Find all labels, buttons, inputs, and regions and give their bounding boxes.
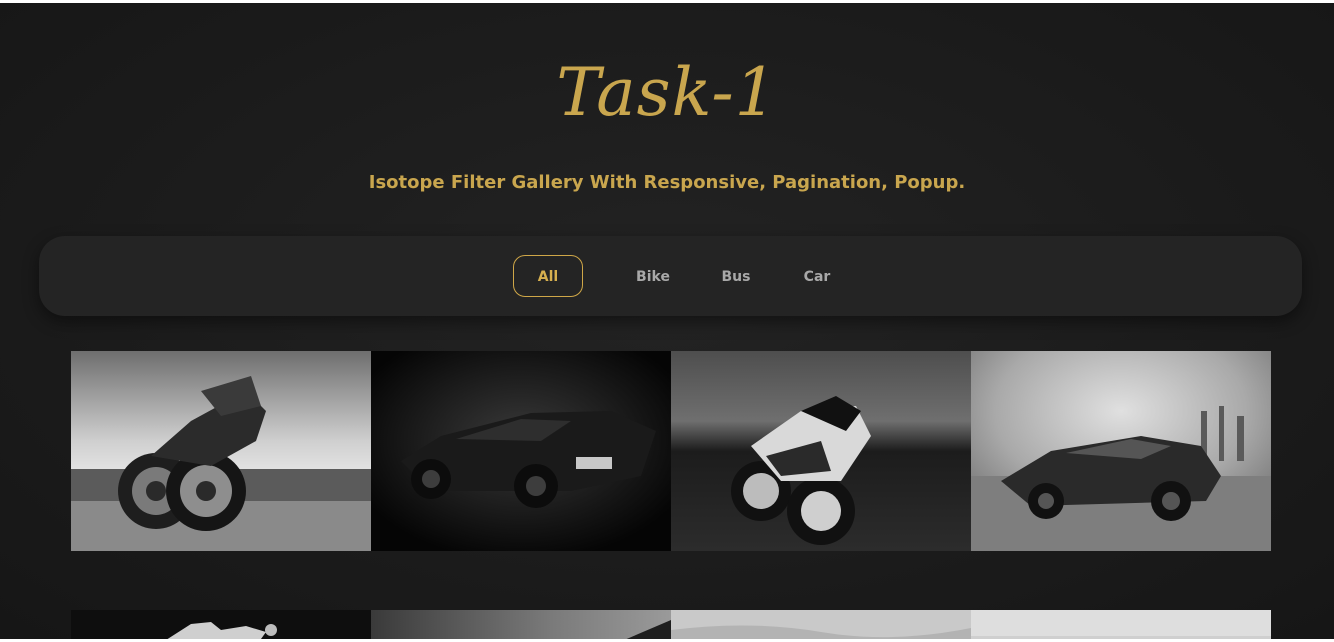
car-photo: [971, 351, 1271, 551]
bike-photo: [71, 351, 371, 551]
car-photo: [371, 351, 671, 551]
gallery-item-car-3[interactable]: [371, 610, 671, 639]
bike-photo: [71, 610, 371, 639]
page: Task-1 Isotope Filter Gallery With Respo…: [0, 3, 1334, 639]
filter-bar: All Bike Bus Car: [39, 236, 1302, 316]
gallery-item-car-1[interactable]: [371, 351, 671, 551]
car-photo: [971, 610, 1271, 639]
bike-photo: [671, 351, 971, 551]
gallery-item-car-5[interactable]: [971, 610, 1271, 639]
gallery-item-bike-3[interactable]: [71, 610, 371, 639]
filter-car-button[interactable]: Car: [789, 255, 845, 297]
page-subtitle: Isotope Filter Gallery With Responsive, …: [368, 172, 966, 193]
gallery-item-car-2[interactable]: [971, 351, 1271, 551]
filter-all-button[interactable]: All: [513, 255, 583, 297]
gallery-item-bike-2[interactable]: [671, 351, 971, 551]
car-photo: [671, 610, 971, 639]
filter-bike-button[interactable]: Bike: [623, 255, 683, 297]
filter-bus-button[interactable]: Bus: [707, 255, 765, 297]
car-photo: [371, 610, 671, 639]
gallery-item-bike-1[interactable]: [71, 351, 371, 551]
page-title: Task-1: [556, 54, 778, 131]
gallery-item-car-4[interactable]: [671, 610, 971, 639]
